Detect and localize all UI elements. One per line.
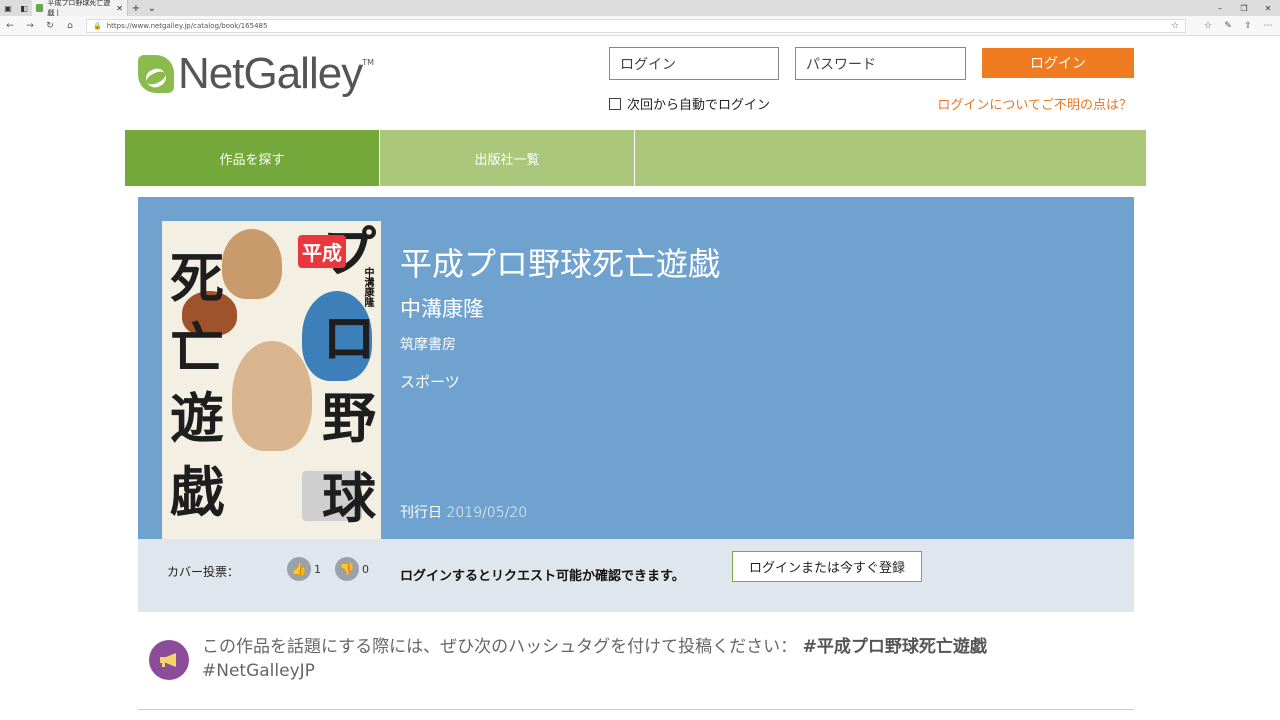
restore-icon[interactable]: ❐ <box>1232 4 1256 13</box>
username-placeholder: ログイン <box>620 56 676 73</box>
book-title: 平成プロ野球死亡遊戯 <box>400 245 721 283</box>
thumbs-down-vote[interactable]: 👎 0 <box>335 557 369 581</box>
cover-vote-label: カバー投票： <box>167 565 240 579</box>
cover-char-7: 野 <box>322 386 376 450</box>
password-input[interactable]: パスワード <box>795 47 966 80</box>
remember-me[interactable]: 次回から自動でログイン <box>609 94 770 113</box>
release-date-value: 2019/05/20 <box>446 505 528 521</box>
window-controls: – ❐ ✕ <box>1208 4 1280 13</box>
thumbs-up-vote[interactable]: 👍 1 <box>287 557 321 581</box>
cover-char-4: 戯 <box>170 460 224 524</box>
address-bar-row: ← → ↻ ⌂ 🔒 https://www.netgalley.jp/catal… <box>0 16 1280 36</box>
more-icon[interactable]: ⋯ <box>1258 21 1278 31</box>
minimize-icon[interactable]: – <box>1208 4 1232 13</box>
new-tab-icon[interactable]: + <box>128 0 144 16</box>
cover-figure-3 <box>232 341 312 451</box>
browser-tab[interactable]: 平成プロ野球死亡遊戯 | ✕ <box>32 0 128 17</box>
back-icon[interactable]: ← <box>0 21 20 31</box>
browser-toolbar-icons: ☆ ✎ ⇪ ⋯ <box>1198 21 1278 31</box>
thumbs-up-icon[interactable]: 👍 <box>287 557 311 581</box>
nav-item-publishers[interactable]: 出版社一覧 <box>380 130 635 186</box>
refresh-icon[interactable]: ↻ <box>40 21 60 31</box>
hashtag-netgalley: #NetGalleyJP <box>202 661 315 681</box>
login-help-link[interactable]: ログインについてご不明の点は？ <box>937 94 1132 113</box>
thumbs-up-count: 1 <box>314 562 321 576</box>
cover-author: 中溝康隆 <box>362 267 373 307</box>
cover-char-6: ロ <box>322 306 376 370</box>
thumbs-down-icon[interactable]: 👎 <box>335 557 359 581</box>
cover-figure-1 <box>222 229 282 299</box>
username-input[interactable]: ログイン <box>609 47 779 80</box>
password-placeholder: パスワード <box>806 56 876 73</box>
share-icon[interactable]: ⇪ <box>1238 21 1258 31</box>
url-text: https://www.netgalley.jp/catalog/book/16… <box>106 21 268 30</box>
book-author[interactable]: 中溝康隆 <box>400 293 484 323</box>
tab-list-chevron-icon[interactable]: ⌄ <box>144 0 160 16</box>
logo-mark-icon <box>138 53 174 95</box>
megaphone-icon <box>149 640 189 680</box>
cover-char-2: 亡 <box>170 316 224 380</box>
main-nav: 作品を探す 出版社一覧 <box>125 130 1146 186</box>
divider <box>138 709 1134 710</box>
login-button[interactable]: ログイン <box>982 48 1134 78</box>
browser-tabbar: ▣ ◧ 平成プロ野球死亡遊戯 | ✕ + ⌄ – ❐ ✕ <box>0 0 1280 17</box>
hashtag-message: この作品を話題にする際には、ぜひ次のハッシュタグを付けて投稿ください： #平成プ… <box>202 635 1102 683</box>
book-publisher[interactable]: 筑摩書房 <box>400 334 456 354</box>
tab-actions-icon[interactable]: ▣ <box>0 0 16 16</box>
tab-preview-icon[interactable]: ◧ <box>16 0 32 16</box>
book-category[interactable]: スポーツ <box>400 371 460 392</box>
netgalley-logo[interactable]: NetGalley TM <box>138 52 374 96</box>
vote-bar: カバー投票： 👍 1 👎 0 ログインするとリクエスト可能か確認できます。 ログ… <box>138 539 1134 612</box>
home-icon[interactable]: ⌂ <box>60 21 80 31</box>
remember-label: 次回から自動でログイン <box>627 98 771 113</box>
close-tab-icon[interactable]: ✕ <box>116 4 123 13</box>
nav-item-empty <box>635 130 1146 186</box>
cover-char-3: 遊 <box>170 386 224 450</box>
cover-char-1: 死 <box>170 246 224 310</box>
logo-text: NetGalley <box>178 49 363 98</box>
remember-checkbox[interactable] <box>609 97 621 110</box>
url-field[interactable]: 🔒 https://www.netgalley.jp/catalog/book/… <box>86 18 1186 33</box>
nav-item-find-titles[interactable]: 作品を探す <box>125 130 380 186</box>
login-or-register-button[interactable]: ログインまたは今すぐ登録 <box>732 551 922 582</box>
favicon-icon <box>36 4 44 12</box>
cover-char-8: 球 <box>322 466 376 530</box>
release-date: 刊行日 2019/05/20 <box>400 502 527 522</box>
book-detail-panel: 死 亡 遊 戯 プ ロ 野 球 平成 中溝康隆 平成プロ野球死亡遊戯 中溝康隆 … <box>138 197 1134 539</box>
hashtag-intro: この作品を話題にする際には、ぜひ次のハッシュタグを付けて投稿ください： <box>202 637 798 657</box>
release-label: 刊行日 <box>400 505 442 521</box>
favorites-icon[interactable]: ☆ <box>1198 21 1218 31</box>
logo-trademark: TM <box>362 58 374 67</box>
lock-icon: 🔒 <box>93 21 102 30</box>
hashtag-title: #平成プロ野球死亡遊戯 <box>802 637 987 657</box>
favorite-star-icon[interactable]: ☆ <box>1171 21 1179 31</box>
cover-badge: 平成 <box>298 235 346 268</box>
notes-icon[interactable]: ✎ <box>1218 21 1238 31</box>
book-cover[interactable]: 死 亡 遊 戯 プ ロ 野 球 平成 中溝康隆 <box>162 221 381 539</box>
forward-icon[interactable]: → <box>20 21 40 31</box>
thumbs-down-count: 0 <box>362 562 369 576</box>
window-close-icon[interactable]: ✕ <box>1256 4 1280 13</box>
request-login-message: ログインするとリクエスト可能か確認できます。 <box>400 569 685 584</box>
